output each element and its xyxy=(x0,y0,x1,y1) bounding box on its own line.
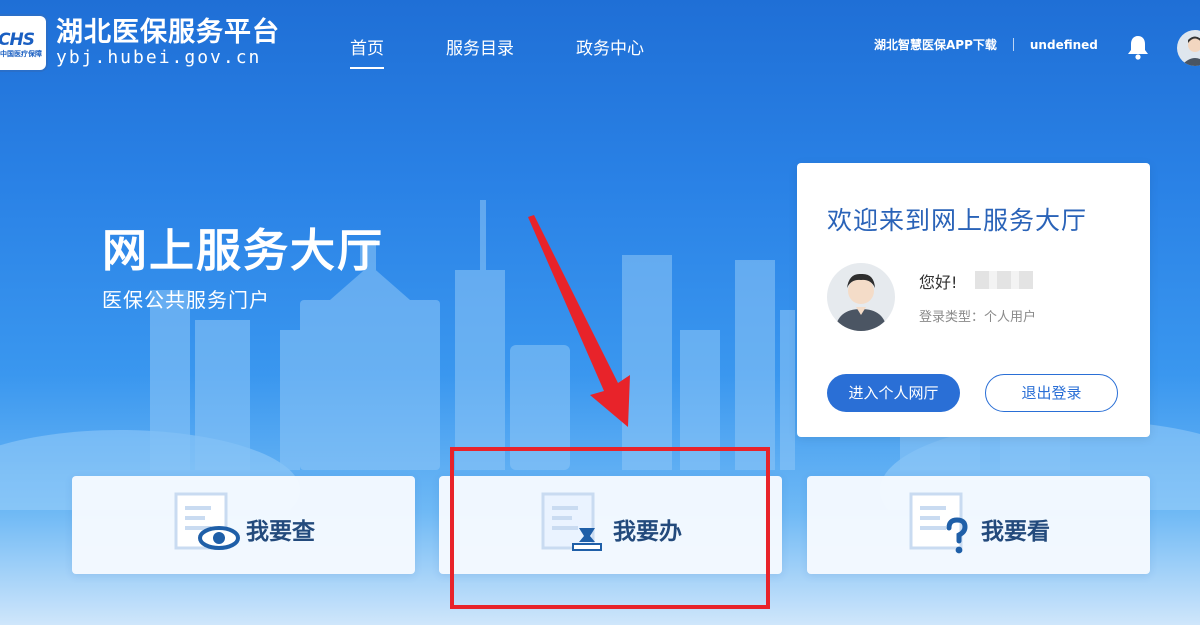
user-name-link[interactable]: undefined xyxy=(1030,38,1098,52)
header-divider xyxy=(1012,38,1014,51)
site-name[interactable]: 湖北医保服务平台 xyxy=(56,10,280,49)
enter-personal-hall-button[interactable]: 进入个人网厅 xyxy=(827,374,960,412)
login-type-text: 登录类型：个人用户 xyxy=(919,310,1037,325)
bell-icon[interactable] xyxy=(1126,34,1150,60)
logout-button[interactable]: 退出登录 xyxy=(985,374,1118,412)
service-tile-query[interactable]: 我要查 xyxy=(72,476,415,574)
service-label-handle: 我要办 xyxy=(613,519,682,545)
nav-service-catalog[interactable]: 服务目录 xyxy=(446,34,514,59)
nav-government-center[interactable]: 政务中心 xyxy=(576,34,644,59)
top-header: CHS 中国医疗保障 湖北医保服务平台 ybj.hubei.gov.cn 首页 … xyxy=(0,0,1200,96)
page: CHS 中国医疗保障 湖北医保服务平台 ybj.hubei.gov.cn 首页 … xyxy=(0,0,1200,625)
welcome-card: 欢迎来到网上服务大厅 您好! 登录类型：个人用户 进入个人网厅 退出登录 xyxy=(797,163,1150,437)
profile-avatar xyxy=(827,263,895,331)
site-url: ybj.hubei.gov.cn xyxy=(56,47,262,68)
chs-logo[interactable]: CHS 中国医疗保障 xyxy=(0,14,48,72)
service-label-view: 我要看 xyxy=(981,519,1050,545)
logo-subtext: 中国医疗保障 xyxy=(0,50,42,58)
hero-subtitle: 医保公共服务门户 xyxy=(102,288,270,312)
service-tile-handle[interactable]: 我要办 xyxy=(439,476,782,574)
logo-chs-text: CHS xyxy=(0,30,35,50)
document-stamp-icon xyxy=(541,492,602,551)
greeting-text: 您好! xyxy=(919,273,958,292)
blurred-username xyxy=(975,271,1033,289)
document-eye-icon xyxy=(174,492,240,550)
document-question-icon xyxy=(909,492,968,554)
hero-title: 网上服务大厅 xyxy=(102,224,385,277)
header-links: 湖北智慧医保APP下载 undefined xyxy=(874,36,1098,53)
welcome-title: 欢迎来到网上服务大厅 xyxy=(827,206,1088,235)
app-download-link[interactable]: 湖北智慧医保APP下载 xyxy=(874,36,997,53)
nav-home[interactable]: 首页 xyxy=(350,34,384,69)
user-avatar[interactable] xyxy=(1177,30,1200,66)
main-nav: 首页 服务目录 政务中心 xyxy=(350,34,706,69)
service-label-query: 我要查 xyxy=(246,519,315,545)
service-tile-view[interactable]: 我要看 xyxy=(807,476,1150,574)
